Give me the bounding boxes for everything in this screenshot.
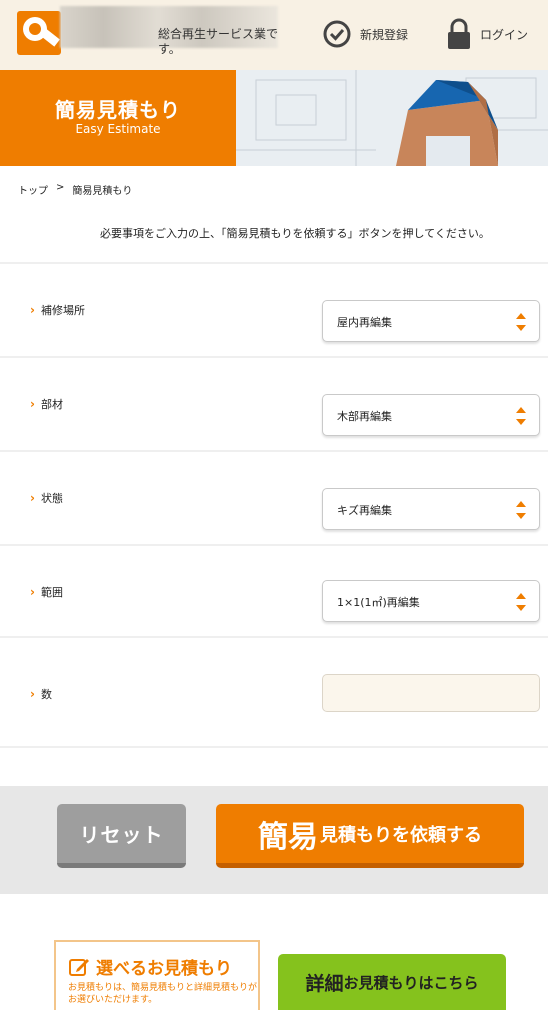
promo-card: 選べるお見積もり お見積もりは、簡易見積もりと詳細見積もりがお選びいただけます。 (54, 940, 260, 1010)
form-row-range: › 範囲 1×1(1㎡)再編集 (0, 544, 548, 636)
quantity-label: 数 (40, 688, 52, 701)
promo-description: お見積もりは、簡易見積もりと詳細見積もりがお選びいただけます。 (68, 983, 258, 1005)
banner-image (236, 70, 548, 166)
button-area: リセット 簡易 見積もりを依頼する (0, 786, 548, 894)
login-link[interactable]: ログイン (446, 17, 528, 51)
register-label: 新規登録 (360, 27, 409, 42)
condition-select[interactable]: キズ再編集 (322, 488, 540, 530)
breadcrumb: トップ > 簡易見積もり (18, 182, 132, 197)
breadcrumb-separator: > (56, 182, 65, 193)
page-banner: 簡易見積もり Easy Estimate (0, 70, 548, 166)
location-label: 補修場所 (40, 304, 85, 317)
range-value: 1×1(1㎡)再編集 (337, 596, 420, 609)
breadcrumb-home[interactable]: トップ (18, 182, 48, 197)
instruction-text: 必要事項をご入力の上、「簡易見積もりを依頼する」ボタンを押してください。 (100, 227, 490, 240)
form-row-quantity: › 数 (0, 636, 548, 748)
edit-icon (69, 958, 89, 976)
chevron-right-icon: › (30, 491, 35, 505)
header-tagline: 総合再生サービス業です。 (158, 27, 279, 56)
detailed-estimate-button[interactable]: 詳細 お見積もりはこちら (278, 954, 506, 1010)
select-arrows-icon (516, 593, 526, 611)
select-arrows-icon (516, 313, 526, 331)
banner-title-block: 簡易見積もり Easy Estimate (0, 70, 236, 166)
location-value: 屋内再編集 (337, 316, 392, 329)
submit-estimate-button[interactable]: 簡易 見積もりを依頼する (216, 804, 524, 868)
submit-label-big: 簡易 (258, 819, 318, 855)
chevron-right-icon: › (30, 687, 35, 701)
range-label: 範囲 (40, 586, 63, 599)
form-row-location: › 補修場所 屋内再編集 (0, 262, 548, 356)
select-arrows-icon (516, 501, 526, 519)
logo-icon[interactable] (17, 11, 61, 55)
page-title: 簡易見積もり (55, 98, 181, 122)
detail-label-rest: お見積もりはこちら (343, 973, 479, 992)
form-row-condition: › 状態 キズ再編集 (0, 450, 548, 544)
range-select[interactable]: 1×1(1㎡)再編集 (322, 580, 540, 622)
quantity-input[interactable] (322, 674, 540, 712)
condition-label: 状態 (40, 492, 63, 505)
chevron-right-icon: › (30, 397, 35, 411)
promo-title: 選べるお見積もり (96, 959, 232, 979)
submit-label-rest: 見積もりを依頼する (320, 824, 482, 846)
form-row-material: › 部材 木部再編集 (0, 356, 548, 450)
login-label: ログイン (480, 27, 529, 42)
register-link[interactable]: 新規登録 (322, 17, 408, 51)
breadcrumb-current: 簡易見積もり (72, 186, 133, 197)
material-select[interactable]: 木部再編集 (322, 394, 540, 436)
detail-label-big: 詳細 (305, 972, 344, 995)
check-circle-icon (323, 20, 351, 48)
chevron-right-icon: › (30, 585, 35, 599)
material-value: 木部再編集 (337, 410, 392, 423)
condition-value: キズ再編集 (337, 504, 392, 517)
page-subtitle: Easy Estimate (75, 122, 161, 136)
reset-button[interactable]: リセット (57, 804, 186, 868)
material-label: 部材 (40, 398, 63, 411)
location-select[interactable]: 屋内再編集 (322, 300, 540, 342)
select-arrows-icon (516, 407, 526, 425)
chevron-right-icon: › (30, 303, 35, 317)
site-header: 総合再生サービス業です。 新規登録 ログイン (0, 0, 548, 70)
lock-icon (448, 18, 470, 49)
